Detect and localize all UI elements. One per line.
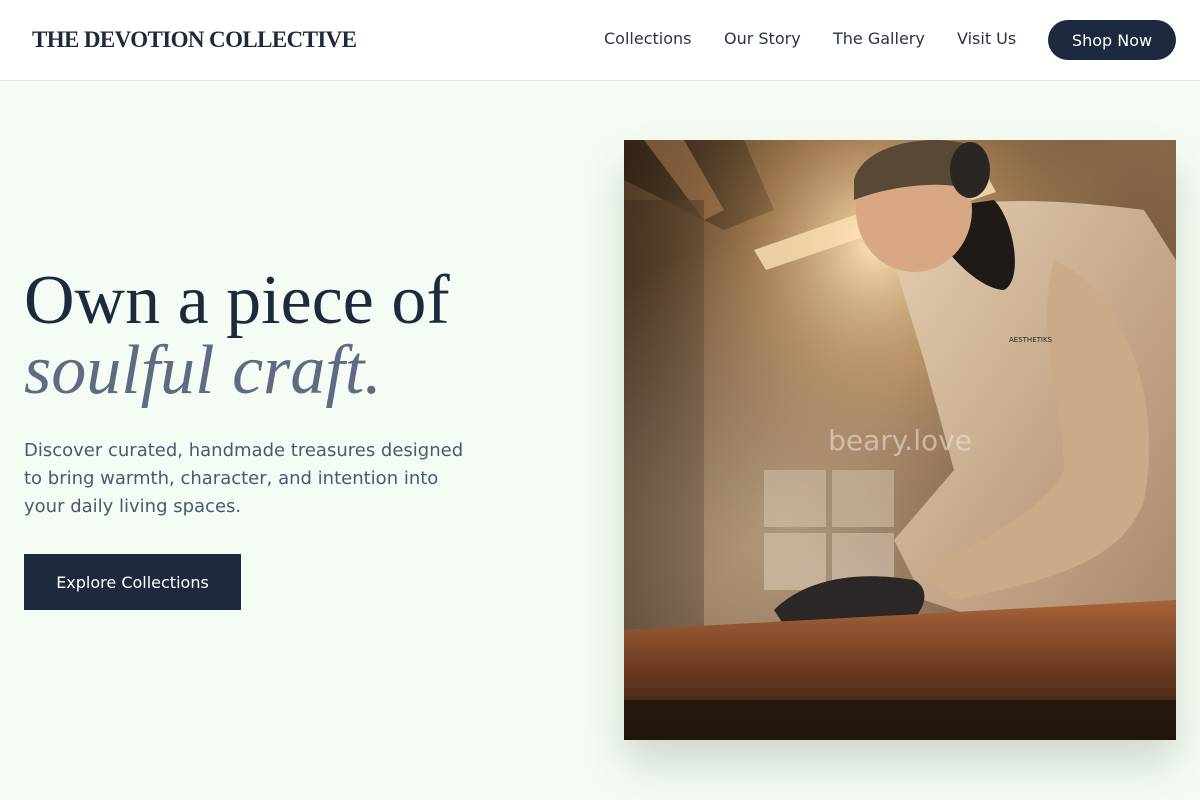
hero-title-line2: soulful craft. [24,332,382,409]
explore-collections-button[interactable]: Explore Collections [24,554,241,610]
site-header: THE DEVOTION COLLECTIVE Collections Our … [0,0,1200,81]
nav-link-our-story[interactable]: Our Story [724,29,801,48]
shirt-print-text: AESTHETIKS [1009,336,1053,344]
hero-title-line1: Own a piece of [24,262,450,339]
nav-link-the-gallery[interactable]: The Gallery [833,29,925,48]
craftsman-photo-illustration: AESTHETIKS [624,140,1176,740]
brand-logo[interactable]: THE DEVOTION COLLECTIVE [32,27,357,53]
hero-description: Discover curated, handmade treasures des… [24,440,464,517]
hero-image-craftsman: AESTHETIKS beary.love [624,140,1176,740]
nav-link-collections[interactable]: Collections [604,29,691,48]
nav-link-visit-us[interactable]: Visit Us [957,29,1016,48]
hero-title: Own a piece of soulful craft. [24,266,584,406]
shop-now-button[interactable]: Shop Now [1048,20,1176,60]
